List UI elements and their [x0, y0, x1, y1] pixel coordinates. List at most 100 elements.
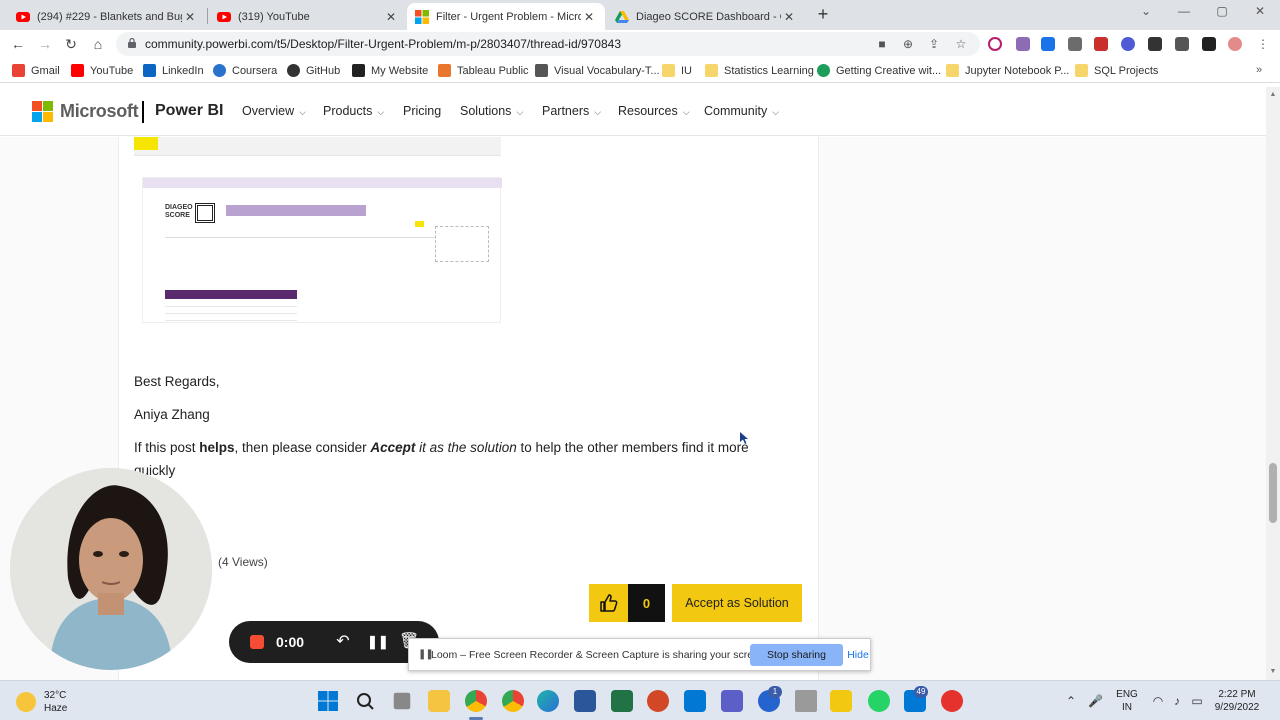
close-icon[interactable]: ✕ — [182, 10, 198, 24]
teams-icon[interactable] — [721, 690, 743, 712]
bookmark-visual-vocabulary[interactable]: Visual Vocabulary-T... — [535, 64, 660, 77]
extension-icon[interactable] — [1041, 37, 1055, 51]
puzzle-icon[interactable] — [1148, 37, 1162, 51]
extension-icon[interactable] — [1016, 37, 1030, 51]
volume-icon[interactable]: ♪ — [1170, 694, 1184, 708]
bookmark-linkedin[interactable]: LinkedIn — [143, 64, 204, 77]
bookmark-iu[interactable]: IU — [662, 64, 692, 77]
power-bi-title[interactable]: Power BI — [155, 102, 223, 120]
nav-overview[interactable]: Overview ⌵ — [242, 104, 306, 118]
chevron-down-icon: ⌵ — [516, 107, 524, 117]
page-scrollbar[interactable]: ▲ ▼ — [1266, 87, 1280, 680]
side-panel-icon[interactable] — [1202, 37, 1216, 51]
nav-community[interactable]: Community ⌵ — [704, 104, 779, 118]
browser-tab-active[interactable]: Filter - Urgent Problem - Microsc ✕ — [407, 3, 605, 30]
bookmarks-overflow-icon[interactable]: » — [1256, 64, 1262, 76]
scroll-thumb[interactable] — [1269, 463, 1277, 523]
webcam-bubble[interactable] — [10, 468, 212, 670]
excel-icon[interactable] — [611, 690, 633, 712]
whatsapp-icon[interactable] — [868, 690, 890, 712]
address-bar[interactable]: community.powerbi.com/t5/Desktop/Filter-… — [116, 32, 980, 56]
reading-list-icon[interactable] — [1175, 37, 1189, 51]
nav-label: Community — [704, 104, 768, 118]
search-icon[interactable] — [354, 690, 376, 712]
hide-button[interactable]: Hide — [843, 649, 873, 661]
scroll-up-icon[interactable]: ▲ — [1269, 91, 1277, 99]
back-icon[interactable]: ← — [9, 35, 27, 53]
share-icon[interactable]: ⇪ — [927, 37, 941, 51]
window-close-icon[interactable]: ✕ — [1250, 4, 1270, 18]
bookmark-tableau[interactable]: Tableau Public — [438, 64, 529, 77]
extension-icon[interactable] — [1121, 37, 1135, 51]
close-icon[interactable]: ✕ — [383, 10, 399, 24]
bookmark-jupyter[interactable]: Jupyter Notebook P... — [946, 64, 1069, 77]
tab-search-icon[interactable]: ⌄ — [1136, 4, 1156, 18]
stop-sharing-button[interactable]: Stop sharing — [750, 644, 843, 666]
close-icon[interactable]: ✕ — [781, 10, 797, 24]
close-icon[interactable]: ✕ — [581, 10, 597, 24]
home-icon[interactable]: ⌂ — [89, 35, 107, 53]
extension-icon[interactable] — [1068, 37, 1082, 51]
battery-icon[interactable]: ▭ — [1190, 694, 1204, 708]
maximize-icon[interactable]: ▢ — [1212, 4, 1232, 18]
reload-icon[interactable]: ↻ — [62, 35, 80, 53]
word-icon[interactable] — [574, 690, 596, 712]
weather-widget[interactable]: 32°C Haze — [16, 689, 67, 715]
nav-solutions[interactable]: Solutions ⌵ — [460, 104, 523, 118]
minimize-icon[interactable]: — — [1174, 4, 1194, 18]
outlook-icon[interactable] — [684, 690, 706, 712]
microsoft-logo-icon[interactable] — [32, 101, 53, 122]
zoom-icon[interactable]: ⊕ — [901, 37, 915, 51]
signoff-regards: Best Regards, — [134, 374, 220, 389]
camera-blocked-icon[interactable]: ■ — [875, 37, 889, 51]
nav-pricing[interactable]: Pricing — [403, 104, 441, 118]
extension-icon[interactable] — [1094, 37, 1108, 51]
task-view-icon[interactable] — [393, 692, 411, 710]
restart-icon[interactable]: ↶ — [333, 632, 353, 652]
power-bi-icon[interactable] — [830, 690, 852, 712]
forward-icon[interactable]: → — [36, 35, 54, 53]
pause-icon[interactable]: ❚❚ — [367, 632, 389, 652]
windows-start-icon[interactable] — [317, 690, 339, 712]
microsoft-wordmark[interactable]: Microsoft — [60, 101, 139, 122]
loom-icon[interactable] — [941, 690, 963, 712]
bookmark-coursera[interactable]: Coursera — [213, 64, 277, 77]
logo-square — [32, 101, 42, 111]
extension-icon[interactable] — [988, 37, 1002, 51]
chevron-up-icon[interactable]: ⌃ — [1064, 694, 1078, 708]
wifi-icon[interactable]: ◠ — [1151, 694, 1165, 708]
stop-recording-button[interactable] — [250, 635, 264, 649]
embedded-dashboard-screenshot[interactable]: DIAGEO SCORE — [142, 177, 502, 323]
nav-products[interactable]: Products ⌵ — [323, 104, 384, 118]
bookmark-youtube[interactable]: YouTube — [71, 64, 133, 77]
nav-partners[interactable]: Partners ⌵ — [542, 104, 601, 118]
browser-tab[interactable]: (294) #229 - Blankets and Bug Ch ✕ — [8, 3, 206, 30]
language-indicator[interactable]: ENG IN — [1112, 688, 1142, 714]
browser-tab[interactable]: Diageo SCORE Dashboard - Cop ✕ — [607, 3, 805, 30]
snipping-tool-icon[interactable] — [795, 690, 817, 712]
chrome-profile-icon[interactable] — [502, 690, 524, 712]
file-explorer-icon[interactable] — [428, 690, 450, 712]
powerpoint-icon[interactable] — [647, 690, 669, 712]
clock[interactable]: 2:22 PM 9/29/2022 — [1210, 688, 1264, 714]
nav-resources[interactable]: Resources ⌵ — [618, 104, 690, 118]
bookmark-getting-creative[interactable]: Getting Creative wit... — [817, 64, 941, 77]
linkedin-icon — [143, 64, 156, 77]
chrome-icon[interactable] — [465, 690, 487, 712]
nav-label: Products — [323, 104, 373, 118]
menu-icon[interactable]: ⋮ — [1256, 37, 1270, 51]
edge-icon[interactable] — [537, 690, 559, 712]
kudos-button[interactable] — [589, 584, 628, 622]
new-tab-button[interactable]: + — [813, 4, 833, 24]
accept-solution-button[interactable]: Accept as Solution — [672, 584, 802, 622]
microphone-icon[interactable]: 🎤 — [1088, 694, 1103, 708]
bookmark-star-icon[interactable]: ☆ — [954, 37, 968, 51]
bookmark-sql-projects[interactable]: SQL Projects — [1075, 64, 1158, 77]
browser-tab[interactable]: (319) YouTube ✕ — [209, 3, 407, 30]
scroll-down-icon[interactable]: ▼ — [1269, 668, 1277, 676]
bookmark-statistics[interactable]: Statistics Learning — [705, 64, 814, 77]
profile-avatar[interactable] — [1228, 37, 1242, 51]
bookmark-gmail[interactable]: Gmail — [12, 64, 60, 77]
bookmark-github[interactable]: GitHub — [287, 64, 340, 77]
bookmark-my-website[interactable]: My Website — [352, 64, 428, 77]
